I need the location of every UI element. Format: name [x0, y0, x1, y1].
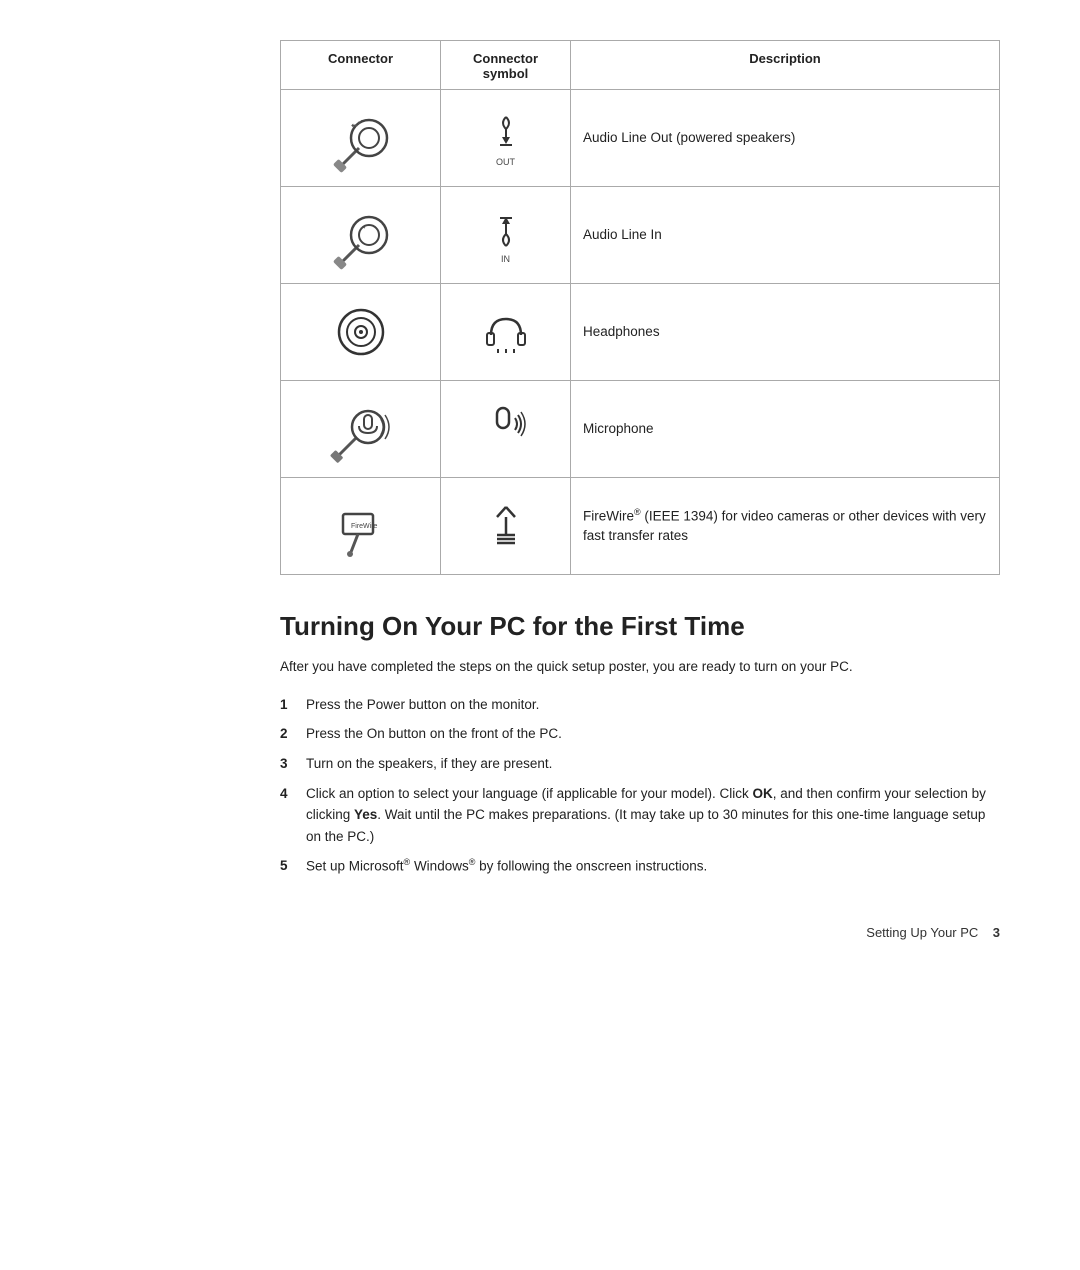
list-item: 1 Press the Power button on the monitor.: [280, 694, 1000, 716]
symbol-cell-lineout: OUT: [441, 90, 571, 187]
step-text: Set up Microsoft® Windows® by following …: [306, 855, 1000, 877]
step-text: Press the On button on the front of the …: [306, 723, 1000, 745]
connector-table: Connector Connectorsymbol Description: [280, 40, 1000, 575]
lineout-connector-icon: ⬅ ↙: [321, 98, 401, 178]
page-number: 3: [993, 925, 1000, 940]
desc-cell-headphones: Headphones: [571, 284, 1000, 381]
yes-bold: Yes: [354, 807, 377, 822]
connector-cell-firewire: FireWire: [281, 478, 441, 575]
intro-paragraph: After you have completed the steps on th…: [280, 656, 1000, 678]
symbol-cell-linein: IN: [441, 187, 571, 284]
step-number: 5: [280, 855, 302, 877]
list-item: 4 Click an option to select your languag…: [280, 783, 1000, 848]
symbol-cell-microphone: [441, 381, 571, 478]
table-row: ⬅ ↙: [281, 90, 1000, 187]
section-title: Turning On Your PC for the First Time: [280, 611, 1000, 642]
step-number: 1: [280, 694, 302, 716]
table-row: → IN: [281, 187, 1000, 284]
desc-cell-microphone: Microphone: [571, 381, 1000, 478]
linein-symbol-icon: [482, 206, 530, 254]
list-item: 3 Turn on the speakers, if they are pres…: [280, 753, 1000, 775]
desc-cell-linein: Audio Line In: [571, 187, 1000, 284]
svg-text:→: →: [359, 222, 367, 231]
table-row: Microphone: [281, 381, 1000, 478]
connector-cell-microphone: [281, 381, 441, 478]
in-label: IN: [501, 254, 510, 264]
svg-text:↙: ↙: [357, 119, 363, 126]
microphone-symbol-icon: [479, 402, 533, 456]
desc-cell-lineout: Audio Line Out (powered speakers): [571, 90, 1000, 187]
step-number: 2: [280, 723, 302, 745]
linein-connector-icon: →: [321, 195, 401, 275]
headphones-connector-icon: [321, 292, 401, 372]
lineout-symbol-icon: [482, 109, 530, 157]
list-item: 5 Set up Microsoft® Windows® by followin…: [280, 855, 1000, 877]
desc-cell-firewire: FireWire® (IEEE 1394) for video cameras …: [571, 478, 1000, 575]
symbol-cell-headphones: [441, 284, 571, 381]
connector-cell-headphones: [281, 284, 441, 381]
connector-cell-linein: →: [281, 187, 441, 284]
header-symbol: Connectorsymbol: [441, 41, 571, 90]
table-row: Headphones: [281, 284, 1000, 381]
table-row: FireWire: [281, 478, 1000, 575]
out-label: OUT: [496, 157, 515, 167]
microphone-connector-icon: [321, 389, 401, 469]
list-item: 2 Press the On button on the front of th…: [280, 723, 1000, 745]
page-content: Connector Connectorsymbol Description: [280, 40, 1000, 940]
footer-text: Setting Up Your PC: [866, 925, 978, 940]
header-connector: Connector: [281, 41, 441, 90]
step-text: Click an option to select your language …: [306, 783, 1000, 848]
page-footer: Setting Up Your PC 3: [280, 925, 1000, 940]
headphones-symbol-icon: [479, 305, 533, 359]
ok-bold: OK: [752, 786, 772, 801]
step-text: Turn on the speakers, if they are presen…: [306, 753, 1000, 775]
connector-cell-lineout: ⬅ ↙: [281, 90, 441, 187]
step-number: 4: [280, 783, 302, 805]
step-text: Press the Power button on the monitor.: [306, 694, 1000, 716]
step-number: 3: [280, 753, 302, 775]
svg-text:FireWire: FireWire: [351, 523, 378, 530]
firewire-connector-icon: FireWire: [321, 486, 401, 566]
firewire-symbol-icon: [479, 499, 533, 553]
steps-list: 1 Press the Power button on the monitor.…: [280, 694, 1000, 878]
symbol-cell-firewire: [441, 478, 571, 575]
header-description: Description: [571, 41, 1000, 90]
